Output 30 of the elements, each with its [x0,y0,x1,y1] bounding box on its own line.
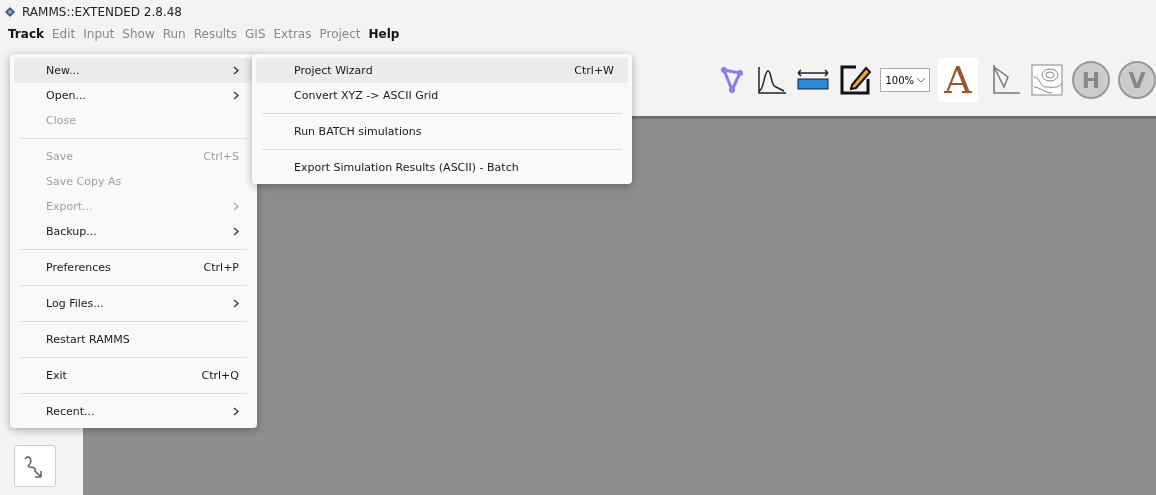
window-title: RAMMS::EXTENDED 2.8.48 [22,5,182,19]
chevron-right-icon [233,91,239,100]
path-tool-button[interactable] [14,445,56,487]
menu-entry[interactable]: Open... [14,83,253,108]
contour-map-icon[interactable] [1030,63,1064,97]
chevron-right-icon [233,407,239,416]
chevron-right-icon [233,66,239,75]
edit-icon[interactable] [838,63,873,97]
menu-entry[interactable]: Run BATCH simulations [256,119,628,144]
menu-entry[interactable]: Convert XYZ -> ASCII Grid [256,83,628,108]
menu-entry[interactable]: Recent... [14,399,253,424]
zoom-dropdown[interactable]: 100% [880,68,930,92]
chevron-down-icon [917,77,925,83]
menu-entry[interactable]: Preferences Ctrl+P [14,255,253,280]
menu-item[interactable]: Track [4,27,48,41]
chevron-right-icon [233,299,239,308]
menu-entry[interactable]: New... [14,58,253,83]
menu-item[interactable]: Help [364,27,404,41]
ruler-icon[interactable] [796,68,831,92]
menu-entry[interactable]: Export Simulation Results (ASCII) - Batch [256,155,628,180]
menu-entry[interactable]: Backup... [14,219,253,244]
menu-entry[interactable]: Exit Ctrl+Q [14,363,253,388]
profile-chart-icon[interactable] [756,65,789,95]
menu-entry[interactable]: Project Wizard Ctrl+W [256,58,628,83]
font-button[interactable]: A [938,58,978,102]
chevron-right-icon [233,202,239,211]
menu-entry[interactable]: Restart RAMMS [14,327,253,352]
chevron-right-icon [233,227,239,236]
menu-entry[interactable]: Log Files... [14,291,253,316]
app-logo-icon [4,6,16,18]
